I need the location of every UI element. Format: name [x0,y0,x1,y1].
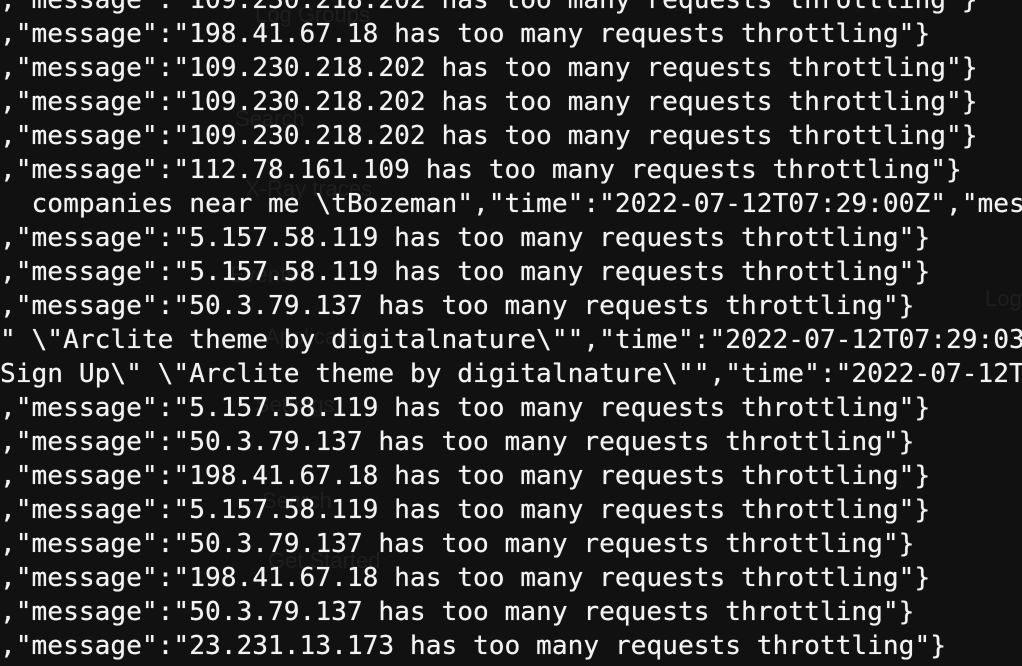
log-output[interactable]: ,"message":"109.230.218.202 has too many… [0,0,1022,663]
log-line: ,"message":"50.3.79.137 has too many req… [0,427,915,457]
log-line: ,"message":"109.230.218.202 has too many… [0,121,978,151]
log-line: ,"message":"5.157.58.119 has too many re… [0,223,931,253]
log-line: ,"message":"112.78.161.109 has too many … [0,155,962,185]
log-line: ,"message":"109.230.218.202 has too many… [0,53,978,83]
log-line: ,"message":"198.41.67.18 has too many re… [0,19,931,49]
log-line: ,"message":"198.41.67.18 has too many re… [0,563,931,593]
log-line: " \"Arclite theme by digitalnature\"","t… [0,325,1022,355]
log-line: ,"message":"5.157.58.119 has too many re… [0,495,931,525]
log-line: ,"message":"23.231.13.173 has too many r… [0,631,946,661]
log-line: Sign Up\" \"Arclite theme by digitalnatu… [0,359,1022,389]
log-line: ,"message":"109.230.218.202 has too many… [0,0,978,15]
terminal-window[interactable]: Log Groups Search X-Ray traces Events Ap… [0,0,1022,666]
log-line: ,"message":"50.3.79.137 has too many req… [0,597,915,627]
log-line: ,"message":"198.41.67.18 has too many re… [0,461,931,491]
log-line: companies near me \tBozeman","time":"202… [0,189,1022,219]
log-line: ,"message":"5.157.58.119 has too many re… [0,257,931,287]
log-line: ,"message":"5.157.58.119 has too many re… [0,393,931,423]
log-line: ,"message":"109.230.218.202 has too many… [0,87,978,117]
log-line: ,"message":"50.3.79.137 has too many req… [0,529,915,559]
log-line: ,"message":"50.3.79.137 has too many req… [0,291,915,321]
